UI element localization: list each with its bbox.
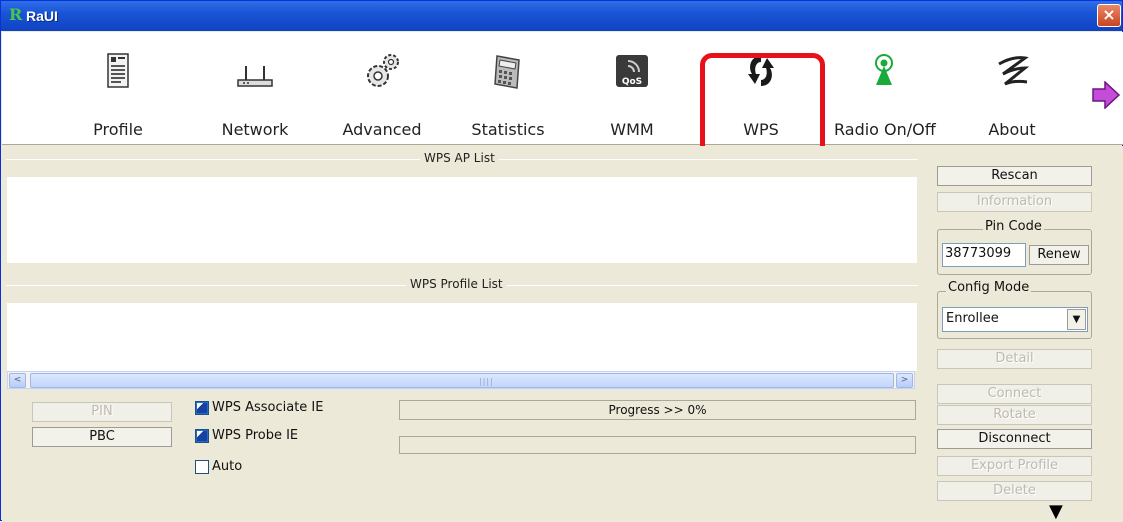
more-down-icon[interactable]: ▼ bbox=[1049, 501, 1063, 522]
network-router-icon bbox=[237, 66, 273, 87]
wps-progress-bar: Progress >> 0% bbox=[399, 400, 916, 420]
title-bar[interactable]: R RaUI × bbox=[1, 1, 1122, 31]
toolbar-label: Advanced bbox=[342, 120, 422, 139]
pin-code-field[interactable]: 38773099 bbox=[942, 243, 1026, 267]
renew-button[interactable]: Renew bbox=[1029, 245, 1089, 265]
toolbar-network[interactable]: Network bbox=[205, 46, 305, 139]
wps-profile-list[interactable] bbox=[7, 303, 917, 371]
toolbar-label: About bbox=[988, 120, 1036, 139]
horizontal-scrollbar[interactable]: < |||| > bbox=[7, 371, 915, 389]
pin-code-label: Pin Code bbox=[983, 219, 1044, 234]
scroll-thumb[interactable]: |||| bbox=[30, 373, 894, 388]
close-button[interactable]: × bbox=[1097, 4, 1121, 27]
pbc-button[interactable]: PBC bbox=[32, 427, 172, 447]
scroll-right-button[interactable]: > bbox=[896, 373, 913, 388]
about-icon bbox=[998, 56, 1030, 86]
toolbar-label: Profile bbox=[93, 120, 143, 139]
toolbar-profile[interactable]: Profile bbox=[68, 46, 168, 139]
config-mode-label: Config Mode bbox=[946, 280, 1032, 295]
toolbar-advanced[interactable]: Advanced bbox=[332, 46, 432, 139]
wps-associate-ie-checkbox[interactable]: WPS Associate IE bbox=[195, 400, 323, 418]
profile-icon bbox=[107, 53, 129, 88]
toolbar-about[interactable]: About bbox=[962, 46, 1062, 139]
delete-button[interactable]: Delete bbox=[937, 481, 1092, 501]
disconnect-button[interactable]: Disconnect bbox=[937, 429, 1092, 449]
right-arrow-icon[interactable] bbox=[1091, 81, 1121, 109]
calculator-icon bbox=[494, 55, 520, 89]
checkbox-label: WPS Associate IE bbox=[212, 400, 324, 415]
wps-status-field bbox=[399, 436, 916, 454]
wps-profile-list-title: WPS Profile List bbox=[406, 277, 507, 291]
config-mode-select[interactable]: Enrollee ▼ bbox=[942, 307, 1088, 332]
raui-logo-icon: R bbox=[9, 5, 23, 24]
toolbar-label: Radio On/Off bbox=[834, 120, 936, 139]
wps-panel: WPS AP List WPS Profile List < |||| > PI… bbox=[2, 146, 1123, 522]
pin-button[interactable]: PIN bbox=[32, 402, 172, 422]
toolbar-wmm[interactable]: QoS WMM bbox=[582, 46, 682, 139]
checkbox-checked-icon bbox=[195, 428, 209, 443]
raui-window: R RaUI × Profile Network Advanced Statis… bbox=[0, 0, 1123, 522]
qos-text: QoS bbox=[622, 77, 642, 87]
qos-icon: QoS bbox=[616, 55, 648, 87]
checkbox-unchecked-icon bbox=[195, 459, 209, 474]
checkbox-label: Auto bbox=[212, 459, 243, 474]
wps-probe-ie-checkbox[interactable]: WPS Probe IE bbox=[195, 428, 298, 446]
main-toolbar: Profile Network Advanced Statistics QoS … bbox=[2, 32, 1123, 145]
checkbox-label: WPS Probe IE bbox=[212, 428, 299, 443]
radio-icon bbox=[875, 54, 893, 85]
toolbar-statistics[interactable]: Statistics bbox=[458, 46, 558, 139]
chevron-down-icon[interactable]: ▼ bbox=[1067, 309, 1086, 330]
auto-checkbox[interactable]: Auto bbox=[195, 459, 242, 477]
wps-highlight-box bbox=[700, 53, 825, 157]
rotate-button[interactable]: Rotate bbox=[937, 405, 1092, 425]
connect-button[interactable]: Connect bbox=[937, 384, 1092, 404]
toolbar-label: WMM bbox=[610, 120, 654, 139]
scroll-left-button[interactable]: < bbox=[9, 373, 26, 388]
checkbox-checked-icon bbox=[195, 400, 209, 415]
toolbar-label: Statistics bbox=[471, 120, 545, 139]
toolbar-label: Network bbox=[221, 120, 289, 139]
information-button[interactable]: Information bbox=[937, 192, 1092, 212]
export-profile-button[interactable]: Export Profile bbox=[937, 456, 1092, 476]
rescan-button[interactable]: Rescan bbox=[937, 166, 1092, 186]
toolbar-radio[interactable]: Radio On/Off bbox=[834, 46, 936, 139]
detail-button[interactable]: Detail bbox=[937, 349, 1092, 369]
scroll-grip: |||| bbox=[479, 377, 494, 386]
wps-ap-list[interactable] bbox=[7, 177, 917, 263]
gears-icon bbox=[367, 54, 399, 87]
window-title: RaUI bbox=[26, 8, 58, 24]
wps-ap-list-title: WPS AP List bbox=[420, 151, 499, 165]
config-mode-value: Enrollee bbox=[946, 311, 999, 326]
